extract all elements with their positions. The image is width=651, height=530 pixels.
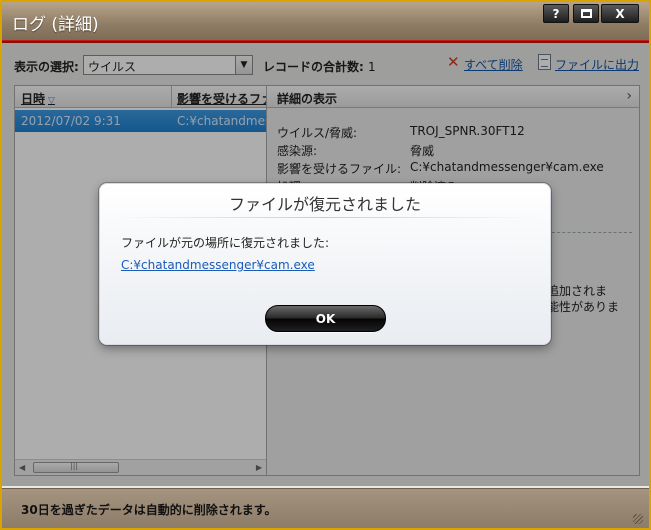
- retention-note: 30日を過ぎたデータは自動的に削除されます。: [21, 503, 277, 517]
- window-title: ログ (詳細): [12, 15, 99, 35]
- restore-dialog: ファイルが復元されました ファイルが元の場所に復元されました: C:¥chata…: [99, 183, 551, 345]
- footer: 30日を過ぎたデータは自動的に削除されます。: [2, 488, 649, 528]
- ok-button[interactable]: OK: [265, 305, 386, 332]
- dialog-message: ファイルが元の場所に復元されました:: [121, 236, 330, 250]
- resize-grip-icon[interactable]: [633, 514, 643, 524]
- close-button[interactable]: X: [601, 4, 639, 23]
- restored-file-path-link[interactable]: C:¥chatandmessenger¥cam.exe: [121, 258, 315, 272]
- maximize-button[interactable]: [573, 4, 599, 23]
- help-button[interactable]: ?: [543, 4, 569, 23]
- maximize-icon: [580, 9, 592, 18]
- title-bar[interactable]: ログ (詳細) ? X: [2, 2, 649, 40]
- dialog-title: ファイルが復元されました: [228, 195, 421, 214]
- dialog-divider: [114, 217, 536, 218]
